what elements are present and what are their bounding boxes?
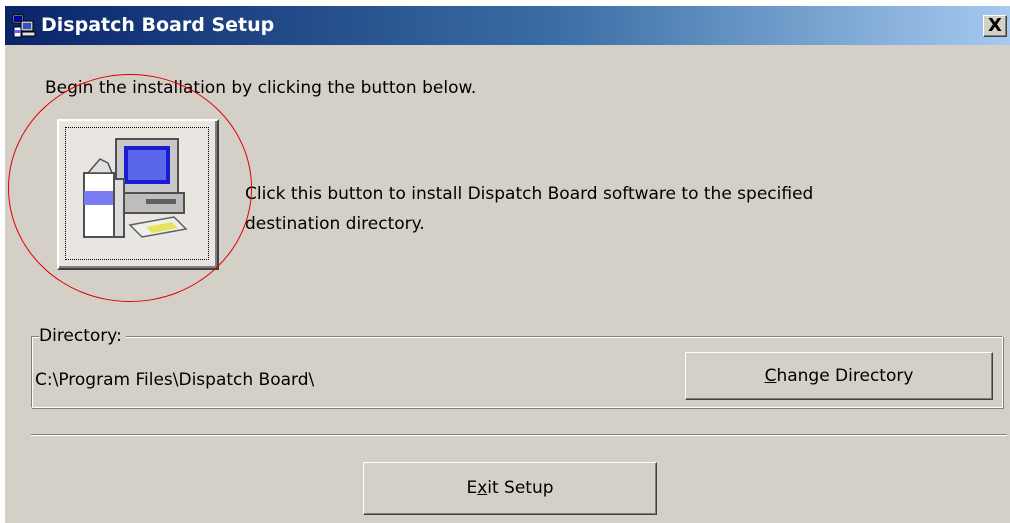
setup-app-icon xyxy=(12,14,36,38)
close-button[interactable]: X xyxy=(983,15,1007,37)
setup-window: Dispatch Board Setup X Begin the install… xyxy=(4,5,1010,523)
exit-setup-label-post: it Setup xyxy=(487,478,554,498)
exit-setup-mnemonic: x xyxy=(477,478,488,498)
directory-label: Directory: xyxy=(39,326,126,346)
title-bar[interactable]: Dispatch Board Setup X xyxy=(5,6,1010,45)
window-title: Dispatch Board Setup xyxy=(41,14,275,36)
exit-setup-button[interactable]: Exit Setup xyxy=(363,462,657,515)
change-directory-mnemonic: C xyxy=(764,366,777,386)
computer-install-icon xyxy=(83,138,188,238)
install-button[interactable] xyxy=(57,119,219,270)
change-directory-button[interactable]: Change Directory xyxy=(685,352,993,400)
directory-path: C:\Program Files\Dispatch Board\ xyxy=(35,370,315,390)
intro-text: Begin the installation by clicking the b… xyxy=(45,78,477,98)
change-directory-label-post: hange Directory xyxy=(776,366,914,386)
install-description: Click this button to install Dispatch Bo… xyxy=(245,184,814,234)
separator-line xyxy=(31,434,1007,436)
exit-setup-label-pre: E xyxy=(466,478,478,498)
